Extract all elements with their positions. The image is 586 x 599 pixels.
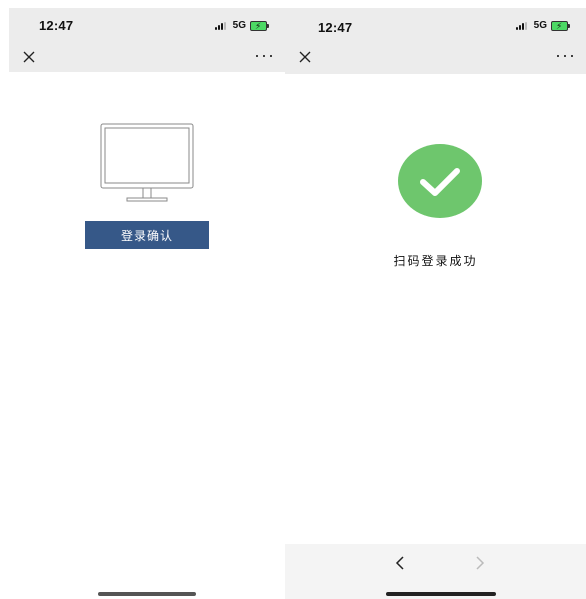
chevron-left-icon[interactable] [391, 554, 409, 572]
close-icon[interactable] [297, 49, 313, 65]
home-indicator [98, 592, 196, 596]
login-success-screen: 12:47 5G ⚡ ··· 扫码登录成功 [285, 0, 586, 599]
login-confirm-screen: 12:47 5G ⚡ ··· 登录确认 [9, 0, 285, 599]
status-indicators: 5G ⚡ [214, 20, 269, 31]
status-bar: 12:47 5G ⚡ [9, 8, 285, 44]
nav-bar: ··· [9, 44, 285, 72]
network-label: 5G [533, 20, 547, 31]
check-circle-icon [398, 144, 482, 218]
status-bar: 12:47 5G ⚡ [285, 8, 586, 44]
monitor-icon [100, 123, 194, 202]
signal-icon [515, 21, 530, 30]
more-button[interactable]: ··· [555, 45, 576, 66]
status-time: 12:47 [39, 18, 74, 33]
home-indicator [386, 592, 496, 596]
network-label: 5G [232, 20, 246, 31]
chevron-right-icon[interactable] [471, 554, 489, 572]
status-indicators: 5G ⚡ [515, 20, 570, 31]
login-confirm-button[interactable]: 登录确认 [85, 221, 209, 249]
nav-bar: ··· [285, 44, 586, 74]
signal-icon [214, 21, 229, 30]
success-message: 扫码登录成功 [393, 254, 478, 268]
status-time: 12:47 [318, 20, 353, 35]
more-button[interactable]: ··· [254, 45, 275, 66]
bottom-nav-bar [285, 544, 586, 599]
close-icon[interactable] [21, 49, 37, 65]
battery-icon: ⚡ [250, 20, 269, 31]
checkmark-icon [420, 168, 460, 196]
battery-icon: ⚡ [551, 20, 570, 31]
